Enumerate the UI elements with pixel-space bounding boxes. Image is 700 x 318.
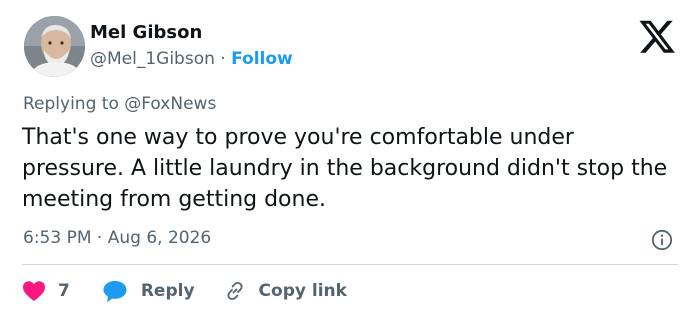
replying-to: Replying to @FoxNews bbox=[23, 94, 216, 114]
avatar-photo bbox=[24, 16, 85, 77]
tweet-time: 6:53 PM bbox=[23, 228, 92, 248]
tweet-date: Aug 6, 2026 bbox=[107, 228, 212, 248]
tweet-body: That's one way to prove you're comfortab… bbox=[22, 125, 668, 212]
like-count: 7 bbox=[58, 281, 70, 301]
divider bbox=[22, 264, 678, 265]
meta-separator: · bbox=[96, 228, 103, 248]
speech-bubble-icon bbox=[103, 281, 127, 302]
replying-prefix: Replying to bbox=[23, 94, 125, 114]
author-handle[interactable]: @Mel_1Gibson bbox=[90, 49, 215, 69]
heart-icon bbox=[23, 281, 45, 301]
info-icon[interactable] bbox=[651, 229, 673, 251]
x-logo-icon[interactable] bbox=[638, 20, 676, 53]
like-button[interactable]: 7 bbox=[22, 280, 70, 302]
reply-label: Reply bbox=[140, 281, 195, 301]
handle-separator: · bbox=[220, 49, 226, 69]
action-bar: 7 Reply Copy link bbox=[22, 278, 347, 304]
copy-link-button[interactable]: Copy link bbox=[223, 279, 347, 303]
follow-button[interactable]: Follow bbox=[231, 49, 293, 69]
avatar[interactable] bbox=[24, 16, 85, 77]
reply-button[interactable]: Reply bbox=[102, 279, 195, 303]
replying-mention-link[interactable]: @FoxNews bbox=[124, 94, 216, 114]
author-handle-row: @Mel_1Gibson · Follow bbox=[90, 49, 293, 69]
copy-link-label: Copy link bbox=[258, 281, 347, 301]
link-icon bbox=[227, 281, 243, 301]
tweet-timestamp[interactable]: 6:53 PM · Aug 6, 2026 bbox=[23, 228, 211, 248]
author-name[interactable]: Mel Gibson bbox=[90, 22, 202, 43]
